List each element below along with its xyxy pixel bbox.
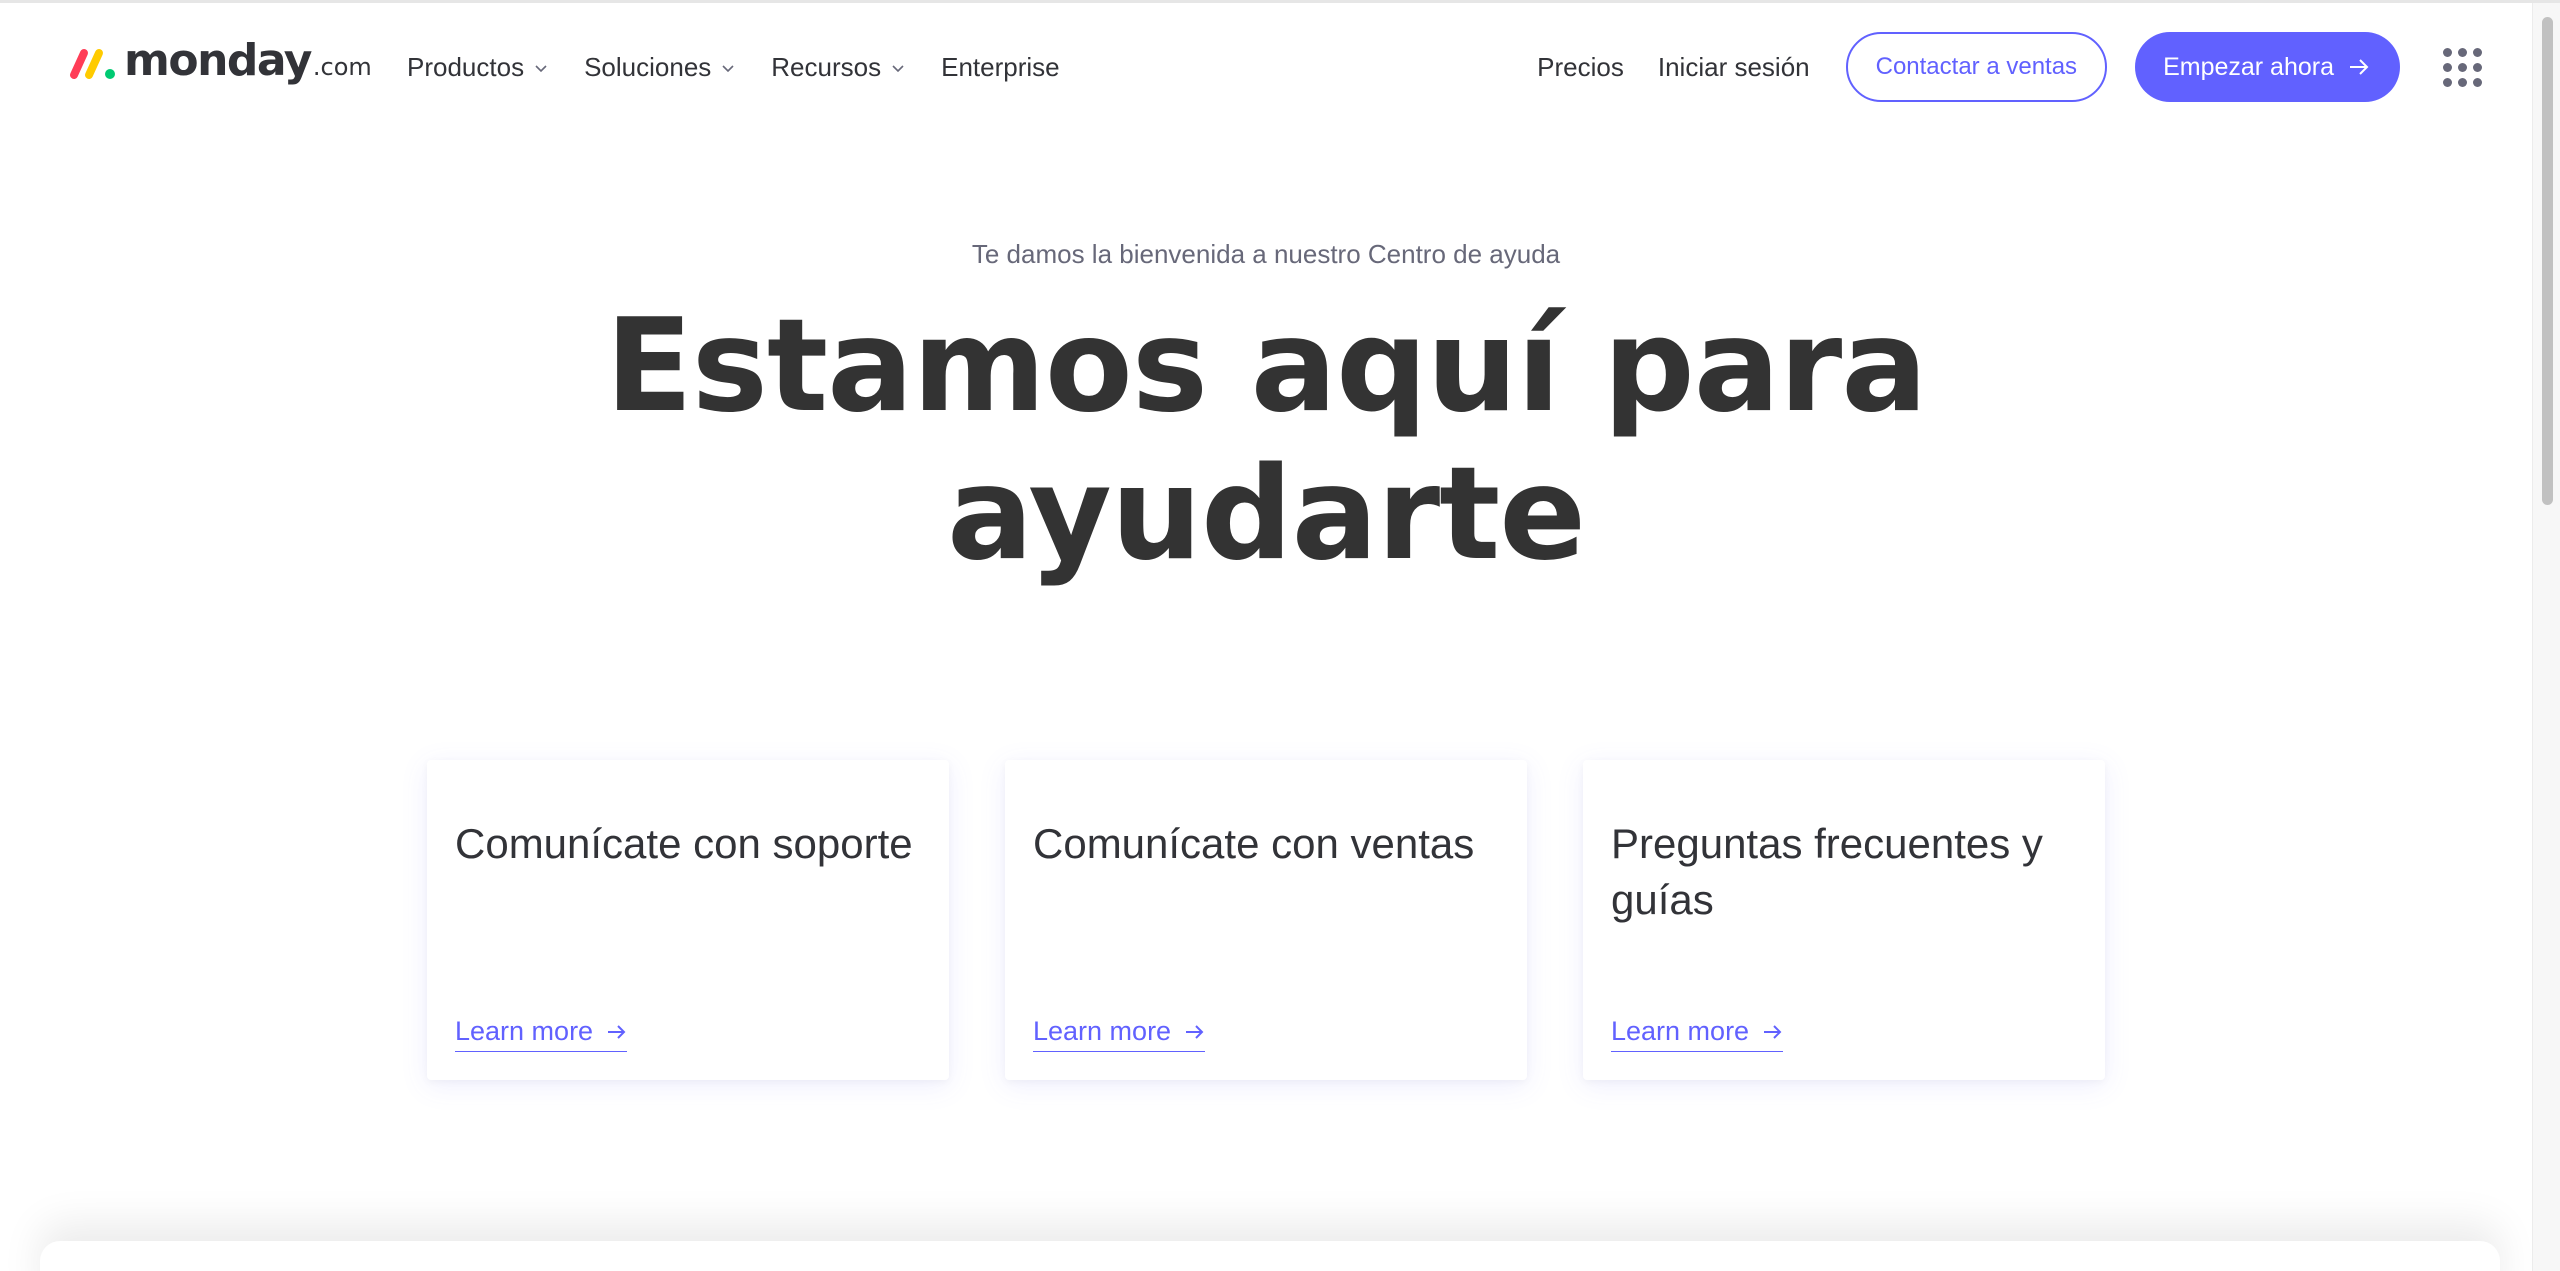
contact-sales-button[interactable]: Contactar a ventas — [1845, 32, 2108, 102]
nav-productos-label: Productos — [407, 51, 525, 82]
hero-title: Estamos aquí para ayudarte — [466, 293, 2066, 589]
nav-recursos-label: Recursos — [771, 51, 882, 82]
chevron-down-icon — [535, 65, 547, 73]
grid-apps-icon[interactable] — [2442, 47, 2482, 87]
learn-more-label: Learn more — [1033, 1016, 1172, 1046]
arrow-right-icon — [2350, 59, 2369, 75]
main-nav: Productos Soluciones Recursos Enterprise — [407, 3, 1096, 131]
arrow-right-icon — [1186, 1024, 1204, 1039]
get-started-button[interactable]: Empezar ahora — [2135, 32, 2400, 102]
card-title: Comunícate con soporte — [455, 820, 913, 867]
arrow-right-icon — [608, 1024, 626, 1039]
hero-title-line-1: Estamos aquí para — [605, 292, 1927, 441]
page-scrollbar[interactable] — [2532, 3, 2560, 1271]
hero-title-line-2: ayudarte — [946, 440, 1586, 589]
help-center-page: monday .com Productos Soluciones Recurso… — [0, 0, 2560, 1271]
nav-productos[interactable]: Productos — [407, 52, 548, 83]
pricing-link[interactable]: Precios — [1537, 52, 1624, 83]
chevron-down-icon — [722, 65, 734, 73]
hero-subtitle: Te damos la bienvenida a nuestro Centro … — [971, 239, 1561, 269]
nav-enterprise[interactable]: Enterprise — [941, 52, 1060, 83]
nav-actions: Precios Iniciar sesión Contactar a venta… — [1537, 3, 2532, 131]
get-started-label: Empezar ahora — [2163, 52, 2334, 81]
logo-wordmark: monday — [124, 35, 312, 86]
card-contact-sales[interactable]: Comunícate con ventas Learn more — [1005, 760, 1527, 1080]
monday-logo-icon — [70, 49, 115, 79]
next-section-edge — [40, 1241, 2500, 1271]
nav-recursos[interactable]: Recursos — [771, 52, 905, 83]
top-navigation: monday .com Productos Soluciones Recurso… — [0, 3, 2532, 131]
login-link[interactable]: Iniciar sesión — [1658, 52, 1810, 83]
nav-soluciones[interactable]: Soluciones — [584, 52, 735, 83]
card-contact-support[interactable]: Comunícate con soporte Learn more — [427, 760, 949, 1080]
nav-soluciones-label: Soluciones — [584, 51, 712, 82]
arrow-right-icon — [1764, 1024, 1782, 1039]
nav-enterprise-label: Enterprise — [941, 51, 1060, 82]
card-title: Preguntas frecuentes y guías — [1611, 820, 2043, 923]
logo-tld: .com — [312, 53, 372, 81]
learn-more-link[interactable]: Learn more — [455, 1016, 628, 1052]
learn-more-label: Learn more — [1611, 1016, 1750, 1046]
help-cards: Comunícate con soporte Learn more Comuní… — [427, 760, 2105, 1080]
monday-logo[interactable]: monday .com — [68, 35, 372, 91]
learn-more-link[interactable]: Learn more — [1033, 1016, 1206, 1052]
learn-more-link[interactable]: Learn more — [1611, 1016, 1784, 1052]
learn-more-label: Learn more — [455, 1016, 594, 1046]
chevron-down-icon — [892, 65, 904, 73]
scrollbar-thumb[interactable] — [2542, 17, 2553, 505]
card-faq-guides[interactable]: Preguntas frecuentes y guías Learn more — [1583, 760, 2105, 1080]
card-title: Comunícate con ventas — [1033, 820, 1475, 867]
